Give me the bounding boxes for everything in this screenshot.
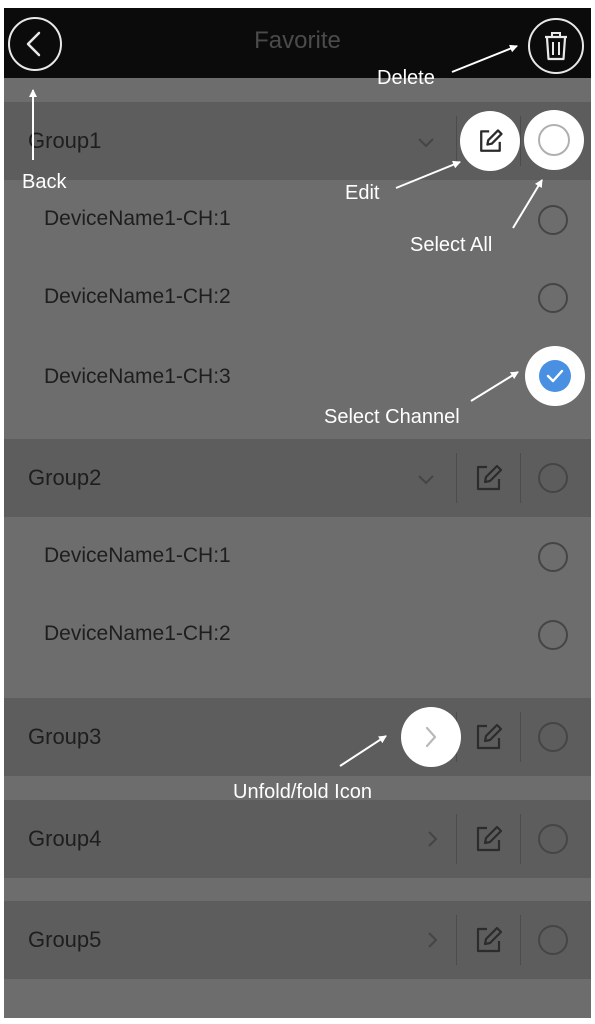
group-label: Group5 — [28, 927, 102, 952]
select-channel-button[interactable] — [525, 346, 585, 406]
group1-edit-button[interactable] — [460, 111, 520, 171]
radio-circle — [538, 124, 570, 156]
group-row-5[interactable]: Group5 — [4, 901, 591, 979]
divider — [520, 915, 521, 965]
annotation-select-channel: Select Channel — [324, 406, 460, 428]
chevron-down-icon[interactable] — [416, 469, 436, 489]
page-title: Favorite — [254, 27, 341, 54]
channel-label: DeviceName1-CH:3 — [44, 365, 231, 388]
group-label: Group4 — [28, 826, 102, 851]
divider — [520, 116, 521, 166]
channel-radio[interactable] — [538, 283, 568, 313]
channel-radio[interactable] — [538, 542, 568, 572]
channel-label: DeviceName1-CH:2 — [44, 622, 231, 645]
divider — [456, 453, 457, 503]
group-row-2[interactable]: Group2 — [4, 439, 591, 517]
delete-button[interactable] — [528, 18, 584, 74]
chevron-down-icon[interactable] — [416, 132, 436, 152]
divider — [520, 712, 521, 762]
group-select-radio[interactable] — [538, 824, 568, 854]
group-label: Group1 — [28, 128, 102, 153]
annotation-select-all: Select All — [410, 234, 493, 256]
checked-radio — [539, 360, 571, 392]
annotation-delete: Delete — [377, 67, 435, 89]
trash-icon — [545, 32, 567, 61]
select-all-button[interactable] — [524, 110, 584, 170]
chevron-right-icon — [425, 726, 437, 748]
divider — [520, 453, 521, 503]
group-select-radio[interactable] — [538, 722, 568, 752]
checkmark-icon — [546, 369, 564, 383]
channel-label: DeviceName1-CH:2 — [44, 285, 231, 308]
divider — [456, 915, 457, 965]
group-row-4[interactable]: Group4 — [4, 800, 591, 878]
edit-icon — [480, 129, 503, 152]
channel-label: DeviceName1-CH:1 — [44, 207, 231, 230]
group-row-3[interactable]: Group3 — [4, 698, 591, 776]
nav-bar: Favorite — [4, 8, 591, 78]
edit-icon[interactable] — [472, 721, 504, 753]
app-screen: Favorite Group1 DeviceName1-CH:1 DeviceN… — [4, 8, 591, 1018]
group-select-radio[interactable] — [538, 463, 568, 493]
channel-label: DeviceName1-CH:1 — [44, 544, 231, 567]
divider — [456, 814, 457, 864]
chevron-right-icon[interactable] — [422, 829, 442, 849]
channel-radio[interactable] — [538, 205, 568, 235]
annotation-back: Back — [22, 171, 67, 193]
annotation-unfold-fold: Unfold/fold Icon — [233, 781, 372, 803]
edit-icon[interactable] — [472, 924, 504, 956]
divider — [456, 116, 457, 166]
unfold-fold-button[interactable] — [401, 707, 461, 767]
group-select-radio[interactable] — [538, 925, 568, 955]
edit-icon[interactable] — [472, 462, 504, 494]
chevron-right-icon[interactable] — [422, 930, 442, 950]
group-label: Group2 — [28, 465, 102, 490]
channel-radio[interactable] — [538, 620, 568, 650]
divider — [520, 814, 521, 864]
annotation-edit: Edit — [345, 182, 380, 204]
group-label: Group3 — [28, 724, 102, 749]
edit-icon[interactable] — [472, 823, 504, 855]
